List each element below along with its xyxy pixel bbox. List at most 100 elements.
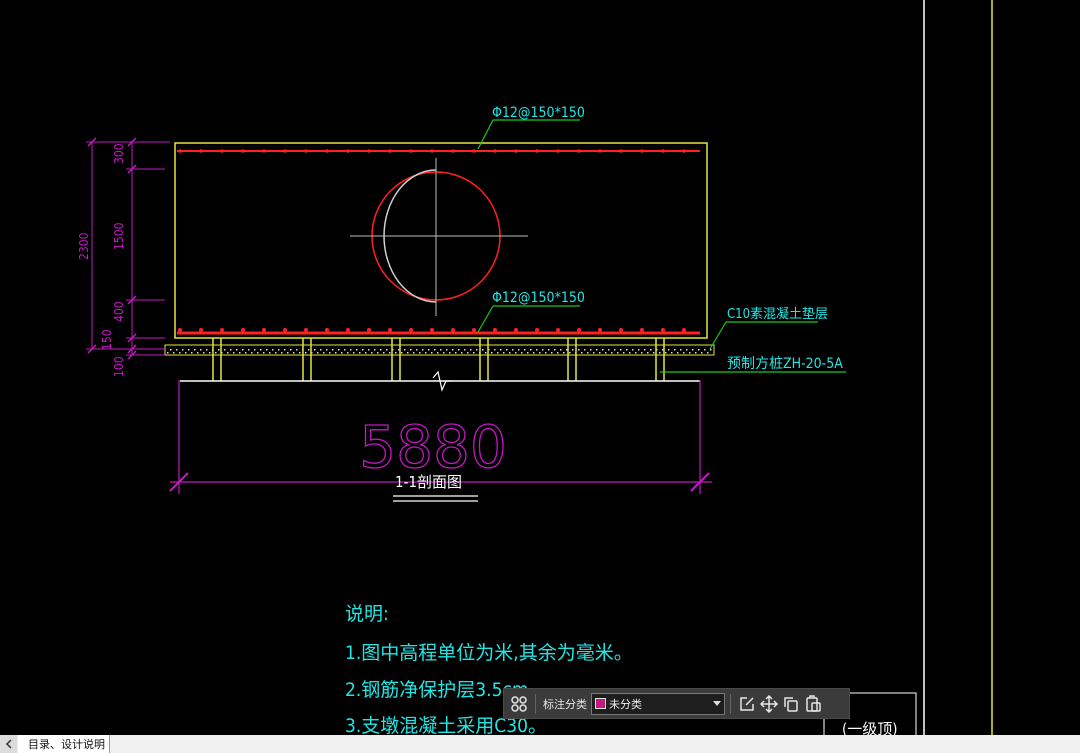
hatch-speck <box>515 352 517 354</box>
hatch-speck <box>320 349 322 351</box>
hatch-speck <box>710 349 712 351</box>
hatch-speck <box>239 352 241 354</box>
hatch-speck <box>503 352 505 354</box>
hatch-speck <box>251 352 253 354</box>
grid-menu-button[interactable] <box>508 693 530 715</box>
hatch-speck <box>491 352 493 354</box>
rebar-dot <box>409 328 413 332</box>
hatch-speck <box>188 349 190 351</box>
hatch-speck <box>644 349 646 351</box>
hatch-speck <box>374 349 376 351</box>
edit-button[interactable] <box>736 693 758 715</box>
hatch-speck <box>383 352 385 354</box>
rebar-dot <box>619 149 623 153</box>
hatch-speck <box>542 349 544 351</box>
tab-layout[interactable]: 目录、设计说明 <box>18 735 110 753</box>
top-rebar-label: Φ12@150*150 <box>492 105 585 121</box>
copy-icon <box>784 696 798 712</box>
hatch-speck <box>686 349 688 351</box>
hatch-speck <box>533 352 535 354</box>
hatch-speck <box>203 352 205 354</box>
category-color-swatch <box>595 698 606 709</box>
hatch-speck <box>443 352 445 354</box>
rebar-dot <box>661 328 665 332</box>
rebar-dot <box>220 149 224 153</box>
move-button[interactable] <box>758 693 780 715</box>
hatch-speck <box>632 349 634 351</box>
hatch-speck <box>437 352 439 354</box>
cad-drawing-canvas[interactable]: Φ12@150*150 Φ12@150*150 C10素混凝土垫层 预制方桩ZH… <box>0 0 1080 735</box>
hatch-speck <box>659 352 661 354</box>
pile-label: 预制方桩ZH-20-5A <box>727 355 843 372</box>
hatch-speck <box>332 349 334 351</box>
rebar-dot <box>388 149 392 153</box>
hatch-speck <box>692 349 694 351</box>
hatch-speck <box>521 352 523 354</box>
hatch-speck <box>599 352 601 354</box>
rebar-dot <box>430 328 434 332</box>
hatch-speck <box>404 349 406 351</box>
dim-2300: 2300 <box>77 232 91 260</box>
hatch-speck <box>467 352 469 354</box>
hatch-speck <box>701 352 703 354</box>
hatch-speck <box>386 349 388 351</box>
rebar-dot <box>619 328 623 332</box>
chevron-down-icon <box>713 701 721 706</box>
cushion-hatch <box>167 349 712 354</box>
notes-line-1: 1.图中高程单位为米,其余为毫米。 <box>345 642 633 664</box>
hatch-speck <box>191 352 193 354</box>
tab-scroll-button[interactable] <box>0 735 17 753</box>
rebar-dot <box>325 328 329 332</box>
category-select[interactable]: 未分类 <box>591 692 725 715</box>
annotation-toolbar: 标注分类 未分类 <box>503 688 850 719</box>
hatch-speck <box>278 349 280 351</box>
hatch-speck <box>707 352 709 354</box>
hatch-speck <box>200 349 202 351</box>
hatch-speck <box>293 352 295 354</box>
hatch-speck <box>296 349 298 351</box>
hatch-speck <box>464 349 466 351</box>
top-rebar-leader-diag <box>477 119 494 150</box>
hatch-speck <box>626 349 628 351</box>
hatch-speck <box>539 352 541 354</box>
paste-button[interactable] <box>802 693 824 715</box>
hatch-speck <box>650 349 652 351</box>
hatch-speck <box>671 352 673 354</box>
hatch-speck <box>227 352 229 354</box>
hatch-speck <box>275 352 277 354</box>
hatch-speck <box>446 349 448 351</box>
hatch-speck <box>581 352 583 354</box>
hatch-speck <box>623 352 625 354</box>
hatch-speck <box>497 352 499 354</box>
hatch-speck <box>563 352 565 354</box>
hatch-speck <box>578 349 580 351</box>
hatch-speck <box>518 349 520 351</box>
rebar-dot <box>199 328 203 332</box>
hatch-speck <box>206 349 208 351</box>
hatch-speck <box>248 349 250 351</box>
hatch-speck <box>353 352 355 354</box>
hatch-speck <box>266 349 268 351</box>
hatch-speck <box>182 349 184 351</box>
hatch-speck <box>512 349 514 351</box>
rebar-dot <box>514 149 518 153</box>
layout-tab-bar: 目录、设计说明 <box>0 735 1080 753</box>
hatch-speck <box>500 349 502 351</box>
hatch-speck <box>434 349 436 351</box>
hatch-speck <box>170 349 172 351</box>
hatch-speck <box>458 349 460 351</box>
hatch-speck <box>305 352 307 354</box>
hatch-speck <box>197 352 199 354</box>
copy-button[interactable] <box>780 693 802 715</box>
rebar-dot <box>577 328 581 332</box>
rebar-dot <box>367 328 371 332</box>
hatch-speck <box>194 349 196 351</box>
hatch-speck <box>524 349 526 351</box>
hatch-speck <box>185 352 187 354</box>
rebar-dot <box>199 149 203 153</box>
hatch-speck <box>215 352 217 354</box>
category-label: 标注分类 <box>543 697 587 711</box>
hatch-speck <box>395 352 397 354</box>
hatch-speck <box>284 349 286 351</box>
hatch-speck <box>326 349 328 351</box>
